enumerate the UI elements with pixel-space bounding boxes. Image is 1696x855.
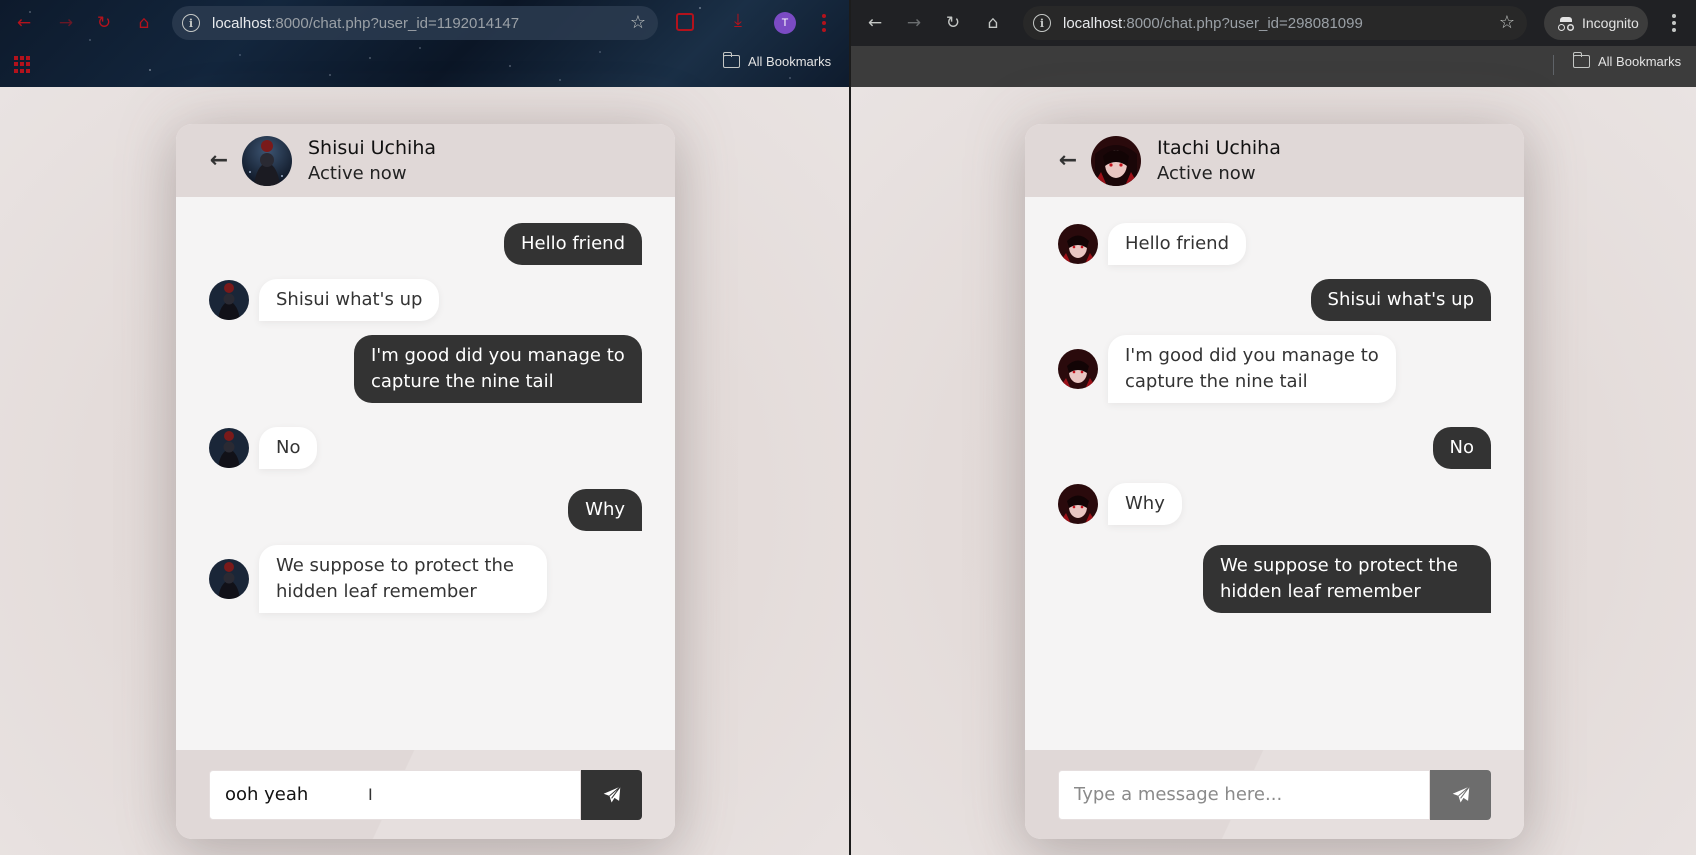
reload-icon[interactable]: ↻: [92, 11, 116, 35]
url-text: localhost:8000/chat.php?user_id=11920141…: [212, 14, 520, 32]
text-cursor-icon: I: [368, 785, 373, 804]
incoming-message: I'm good did you manage to capture the n…: [1108, 335, 1396, 403]
all-bookmarks-label: All Bookmarks: [748, 54, 832, 69]
outgoing-message: Shisui what's up: [1310, 279, 1491, 321]
info-icon[interactable]: i: [182, 14, 200, 32]
send-button[interactable]: [1430, 769, 1491, 820]
star-icon[interactable]: ☆: [630, 12, 646, 33]
bookmark-separator: [1553, 55, 1554, 75]
avatar: [242, 135, 292, 186]
outgoing-message: Hello friend: [504, 223, 642, 265]
message-row: Hello friend: [1058, 223, 1491, 265]
outgoing-message: I'm good did you manage to capture the n…: [354, 335, 642, 403]
address-bar[interactable]: i localhost:8000/chat.php?user_id=298081…: [1023, 6, 1527, 40]
menu-icon[interactable]: [816, 9, 832, 37]
all-bookmarks-label: All Bookmarks: [1598, 54, 1682, 69]
avatar: [1091, 135, 1141, 186]
contact-status: Active now: [1157, 163, 1256, 184]
message-row: We suppose to protect the hidden leaf re…: [1058, 545, 1491, 613]
message-row: I'm good did you manage to capture the n…: [1058, 335, 1491, 403]
address-bar[interactable]: i localhost:8000/chat.php?user_id=119201…: [172, 6, 658, 40]
all-bookmarks[interactable]: All Bookmarks: [1572, 52, 1682, 69]
incognito-badge[interactable]: Incognito: [1544, 6, 1648, 40]
incoming-message: Shisui what's up: [259, 279, 440, 321]
avatar: [1058, 224, 1098, 264]
back-nav-icon[interactable]: ←: [863, 11, 887, 35]
avatar: [209, 428, 249, 468]
message-row: No: [209, 427, 642, 469]
incognito-icon: [1558, 16, 1574, 31]
incognito-label: Incognito: [1582, 15, 1639, 31]
message-row: I'm good did you manage to capture the n…: [209, 335, 642, 403]
contact-name: Shisui Uchiha: [308, 137, 436, 159]
back-nav-icon[interactable]: ←: [12, 11, 36, 35]
forward-nav-icon[interactable]: →: [54, 11, 78, 35]
browser-toolbar: ← → ↻ ⌂ i localhost:8000/chat.php?user_i…: [851, 0, 1696, 87]
folder-icon: [722, 52, 740, 68]
avatar: [1058, 484, 1098, 524]
message-composer: [1025, 750, 1524, 839]
message-row: Why: [209, 489, 642, 531]
message-row: We suppose to protect the hidden leaf re…: [209, 545, 642, 613]
url-text: localhost:8000/chat.php?user_id=29808109…: [1063, 14, 1363, 32]
arrow-left-icon[interactable]: ←: [1057, 148, 1079, 173]
incoming-message: No: [259, 427, 318, 469]
message-composer: I: [176, 750, 675, 839]
paper-plane-icon: [1452, 785, 1470, 802]
menu-icon[interactable]: [1666, 9, 1682, 37]
contact-name: Itachi Uchiha: [1157, 137, 1281, 159]
profile-avatar[interactable]: T: [774, 12, 796, 34]
download-icon[interactable]: ⤓: [734, 10, 742, 31]
browser-toolbar: ← → ↻ ⌂ i localhost:8000/chat.php?user_i…: [0, 0, 849, 87]
chat-header: ← Shisui Uchiha Active now: [176, 124, 675, 197]
message-row: Shisui what's up: [1058, 279, 1491, 321]
send-button[interactable]: [581, 769, 642, 820]
incoming-message: Why: [1108, 483, 1182, 525]
outgoing-message: We suppose to protect the hidden leaf re…: [1203, 545, 1491, 613]
forward-nav-icon[interactable]: →: [902, 11, 926, 35]
chat-card: ← Shisui Uchiha Active now Hello friend …: [176, 124, 675, 839]
home-icon[interactable]: ⌂: [132, 11, 156, 35]
avatar: [209, 280, 249, 320]
chat-header: ← Itachi Uchiha Active now: [1025, 124, 1524, 197]
incoming-message: Hello friend: [1108, 223, 1246, 265]
messages-area: Hello friend Shisui what's up I'm good d…: [176, 197, 675, 750]
message-input[interactable]: [209, 769, 581, 820]
message-row: Shisui what's up: [209, 279, 642, 321]
avatar: [1058, 349, 1098, 389]
browser-window-left: ← → ↻ ⌂ i localhost:8000/chat.php?user_i…: [0, 0, 849, 855]
outgoing-message: No: [1432, 427, 1491, 469]
incoming-message: We suppose to protect the hidden leaf re…: [259, 545, 547, 613]
message-row: Why: [1058, 483, 1491, 525]
extension-icon[interactable]: [676, 13, 694, 31]
home-icon[interactable]: ⌂: [981, 11, 1005, 35]
folder-icon: [1572, 52, 1590, 68]
all-bookmarks[interactable]: All Bookmarks: [722, 52, 832, 69]
page-content: ← Shisui Uchiha Active now Hello friend …: [0, 87, 849, 855]
avatar: [209, 559, 249, 599]
apps-grid-icon[interactable]: [14, 56, 31, 73]
outgoing-message: Why: [568, 489, 642, 531]
contact-status: Active now: [308, 163, 407, 184]
star-icon[interactable]: ☆: [1499, 12, 1515, 33]
screen: ← → ↻ ⌂ i localhost:8000/chat.php?user_i…: [0, 0, 1696, 855]
browser-window-right: ← → ↻ ⌂ i localhost:8000/chat.php?user_i…: [851, 0, 1696, 855]
messages-area: Hello friend Shisui what's up I'm good d…: [1025, 197, 1524, 750]
arrow-left-icon[interactable]: ←: [208, 148, 230, 173]
reload-icon[interactable]: ↻: [941, 11, 965, 35]
message-input[interactable]: [1058, 769, 1430, 820]
chat-card: ← Itachi Uchiha Active now Hello friend …: [1025, 124, 1524, 839]
message-row: Hello friend: [209, 223, 642, 265]
page-content: ← Itachi Uchiha Active now Hello friend …: [851, 87, 1696, 855]
paper-plane-icon: [603, 785, 621, 802]
message-row: No: [1058, 427, 1491, 469]
info-icon[interactable]: i: [1033, 14, 1051, 32]
